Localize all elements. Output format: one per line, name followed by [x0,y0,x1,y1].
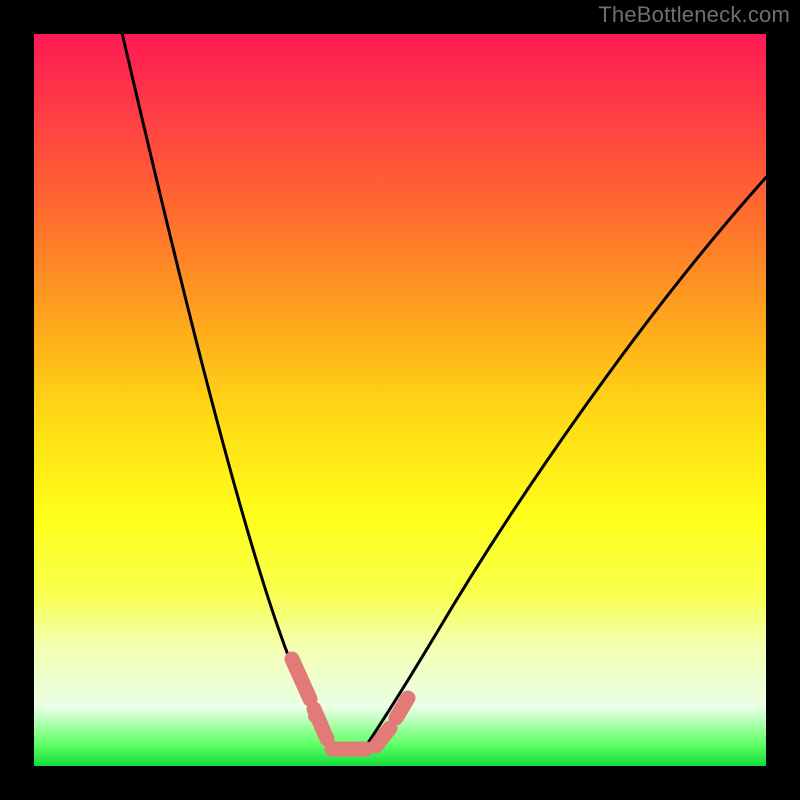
curve-right-branch [364,174,766,749]
plot-area [34,34,766,766]
chart-frame: TheBottleneck.com [0,0,800,800]
curve-left-branch [120,34,330,749]
curve-svg [34,34,766,766]
valley-marker-dot [308,709,322,723]
watermark-text: TheBottleneck.com [598,2,790,28]
valley-marker-left [292,659,327,739]
